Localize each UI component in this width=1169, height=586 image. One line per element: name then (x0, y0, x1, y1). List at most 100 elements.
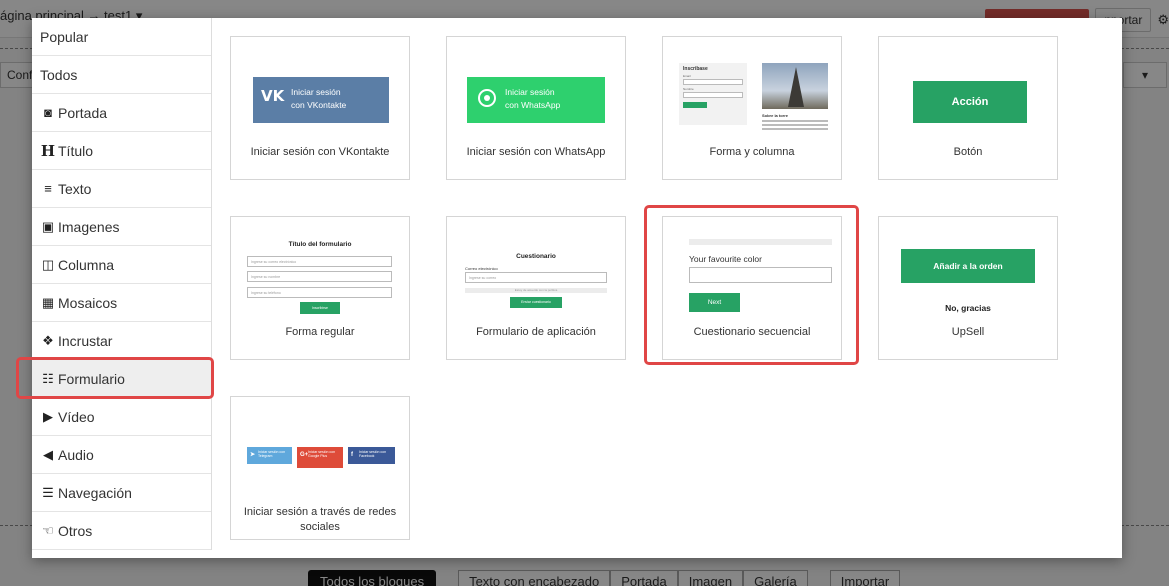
card-label: UpSell (951, 326, 985, 338)
preview-input (683, 92, 743, 98)
preview-text: con WhatsApp (505, 100, 561, 110)
block-card-upsell[interactable]: Añadir a la orden No, gracias UpSell (878, 216, 1058, 360)
preview-button: Enviar cuestionario (510, 297, 562, 308)
facebook-icon: f (351, 452, 353, 458)
card-label: Formulario de aplicación (476, 326, 596, 338)
sidebar-item-label: Título (58, 142, 94, 159)
sidebar-item-portada[interactable]: ◙ Portada (32, 94, 211, 132)
preview-input (689, 267, 832, 283)
sidebar-item-mosaicos[interactable]: ▦ Mosaicos (32, 284, 211, 322)
sidebar-item-label: Portada (58, 104, 108, 121)
preview-input: Ingrese su teléfono (247, 287, 392, 298)
card-label: Iniciar sesión a través de redes sociale… (243, 506, 397, 533)
preview-input: Ingrese su correo (465, 272, 607, 283)
preview-button: Inscribirse (300, 302, 340, 314)
vk-login-preview-button: VK Iniciar sesión con VKontakte (253, 77, 389, 123)
sidebar-item-audio[interactable]: ◀ Audio (32, 436, 211, 474)
sidebar-item-label: Todos (40, 66, 78, 83)
card-preview: Añadir a la orden No, gracias (879, 217, 1057, 321)
block-card-regular-form[interactable]: Título del formulario Ingrese su correo … (230, 216, 410, 360)
preview-text: Nombre (683, 87, 694, 91)
preview-column-text: Sobre la torre (762, 113, 828, 130)
facebook-login-preview: f Iniciar sesión con Facebook (348, 447, 395, 464)
text-line (762, 120, 828, 122)
sidebar-item-video[interactable]: ▶ Vídeo (32, 398, 211, 436)
card-preview: ➤ Iniciar sesión con Telegram G+ Iniciar s… (231, 397, 409, 501)
card-preview: Iniciar sesión con WhatsApp (447, 37, 625, 141)
preview-text: Iniciar sesión con Telegram (258, 450, 286, 458)
sidebar-item-formulario[interactable]: ☷ Formulario (32, 360, 211, 398)
sidebar-item-label: Navegación (58, 484, 132, 501)
picture-icon: ▣ (41, 218, 55, 234)
card-label: Botón (953, 146, 983, 158)
image-frame-icon: ◙ (44, 105, 52, 120)
whatsapp-login-preview-button: Iniciar sesión con WhatsApp (467, 77, 605, 123)
tiles-icon: ▦ (41, 294, 55, 310)
block-card-whatsapp-login[interactable]: Iniciar sesión con WhatsApp Iniciar sesi… (446, 36, 626, 180)
preview-button (683, 102, 707, 108)
sidebar-item-label: Imagenes (58, 218, 120, 235)
block-card-application-form[interactable]: Cuestionario Correo electrónico Ingrese … (446, 216, 626, 360)
card-preview: VK Iniciar sesión con VKontakte (231, 37, 409, 141)
heading-icon: H (40, 141, 56, 160)
sidebar-item-todos[interactable]: Todos (32, 56, 211, 94)
preview-text: Iniciar sesión (505, 87, 555, 97)
telegram-icon: ➤ (250, 452, 256, 458)
sidebar-item-columna[interactable]: ◫ Columna (32, 246, 211, 284)
block-card-vkontakte-login[interactable]: VK Iniciar sesión con VKontakte Iniciar … (230, 36, 410, 180)
preview-input (683, 79, 743, 85)
text-line (762, 124, 828, 126)
block-card-form-and-column[interactable]: Inscribase Email Nombre Sobre la torre F… (662, 36, 842, 180)
preview-input: Ingrese su correo electrónico (247, 256, 392, 267)
sidebar-item-label: Otros (58, 522, 93, 539)
preview-text: Iniciar sesión (291, 87, 341, 97)
card-label: Iniciar sesión con VKontakte (250, 146, 390, 158)
preview-button: Acción (913, 81, 1027, 123)
sidebar-item-label: Mosaicos (58, 294, 118, 311)
card-preview: Inscribase Email Nombre Sobre la torre (663, 37, 841, 141)
sidebar-item-label: Columna (58, 256, 115, 273)
sidebar-item-imagenes[interactable]: ▣ Imagenes (32, 208, 211, 246)
block-library-modal: Popular Todos ◙ Portada H Título ≡ Texto ▣ I… (32, 18, 1122, 558)
preview-button: Next (689, 293, 740, 312)
preview-text: Inscribase (683, 66, 708, 72)
card-preview: Acción (879, 37, 1057, 141)
sidebar-item-otros[interactable]: ☜ Otros (32, 512, 211, 550)
card-label: Iniciar sesión con WhatsApp (466, 146, 606, 158)
text-lines-icon: ≡ (44, 181, 52, 196)
vk-logo-icon: VK (261, 87, 285, 105)
preview-text: Título del formulario (288, 241, 352, 248)
preview-text: Email (683, 74, 691, 78)
speaker-icon: ◀ (43, 446, 53, 462)
preview-form: Inscribase Email Nombre (679, 63, 747, 125)
sidebar-item-texto[interactable]: ≡ Texto (32, 170, 211, 208)
preview-button: Añadir a la orden (901, 249, 1035, 283)
preview-text: Iniciar sesión con Facebook (359, 450, 387, 458)
sidebar-item-label: Audio (58, 446, 94, 463)
card-preview: Cuestionario Correo electrónico Ingrese … (447, 217, 625, 321)
preview-text: Iniciar sesión con Google Plus (308, 450, 336, 458)
whatsapp-icon (478, 89, 496, 107)
tower-shape (788, 67, 804, 107)
block-card-button[interactable]: Acción Botón (878, 36, 1058, 180)
google-plus-icon: G+ (300, 452, 309, 458)
preview-text: Cuestionario (516, 253, 556, 260)
card-preview: Título del formulario Ingrese su correo … (231, 217, 409, 321)
hand-icon: ☜ (42, 522, 54, 538)
preview-input: Ingrese su nombre (247, 271, 392, 282)
sidebar-item-label: Popular (40, 28, 89, 45)
sidebar-item-navegacion[interactable]: ☰ Navegación (32, 474, 211, 512)
youtube-icon: ▶ (43, 408, 53, 424)
columns-icon: ◫ (41, 256, 55, 272)
sidebar-item-label: Incrustar (58, 332, 113, 349)
block-card-social-login[interactable]: ➤ Iniciar sesión con Telegram G+ Iniciar s… (230, 396, 410, 540)
sidebar-item-titulo[interactable]: H Título (32, 132, 211, 170)
eiffel-tower-photo (762, 63, 828, 109)
sidebar-item-popular[interactable]: Popular (32, 18, 211, 56)
block-card-sequential-quiz[interactable]: Your favourite color Next Cuestionario s… (662, 216, 842, 360)
preview-text: Sobre la torre (762, 113, 789, 118)
cubes-icon: ❖ (42, 332, 54, 348)
preview-text: No, gracias (945, 303, 991, 313)
card-label: Forma regular (285, 326, 355, 338)
sidebar-item-incrustar[interactable]: ❖ Incrustar (32, 322, 211, 360)
